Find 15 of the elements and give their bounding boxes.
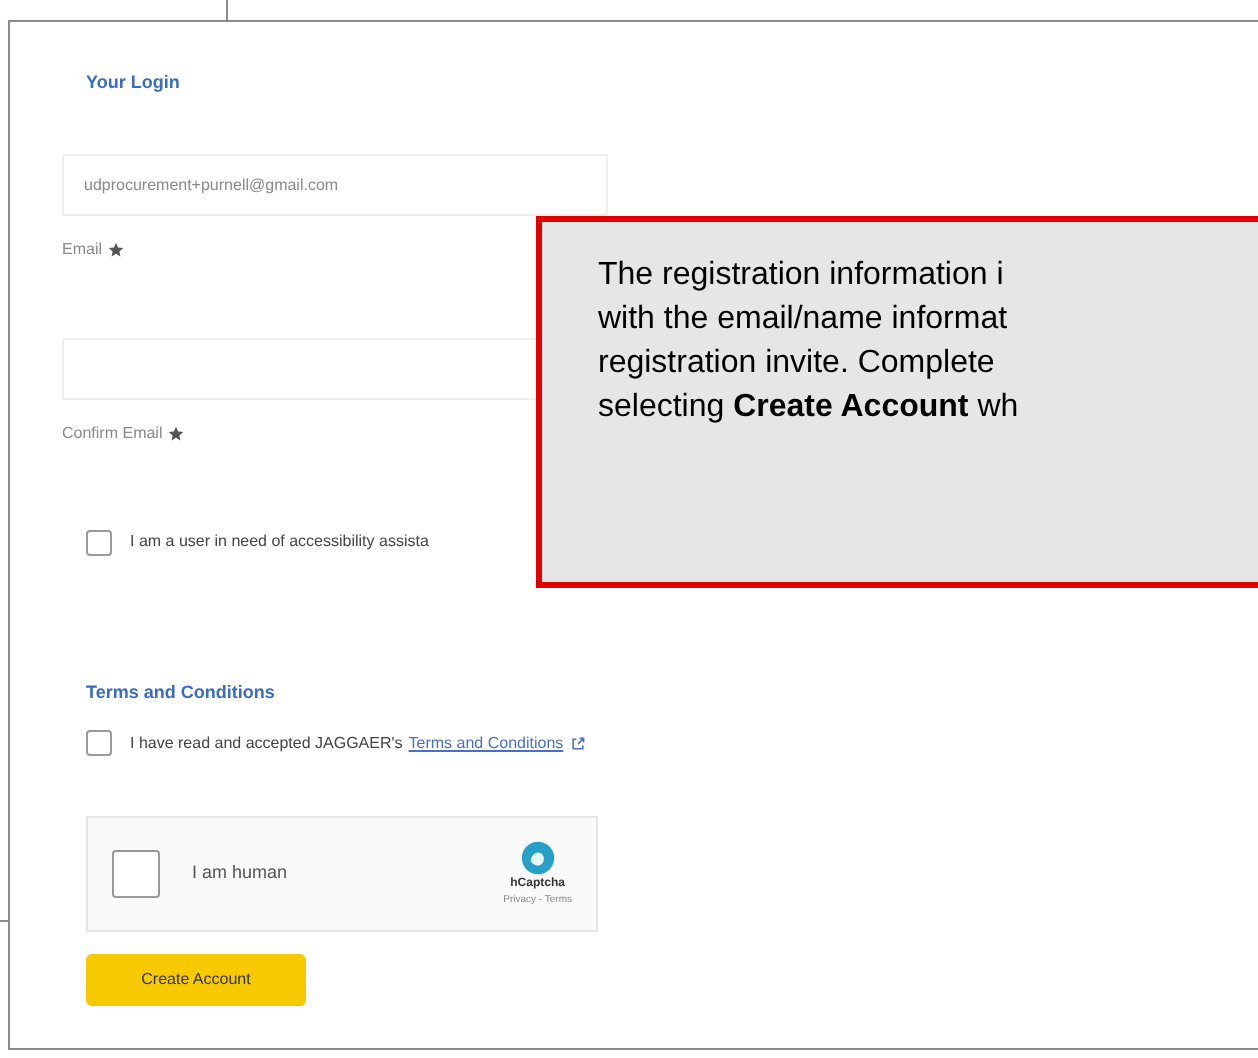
checkbox[interactable]	[86, 730, 112, 756]
captcha-label: I am human	[192, 860, 288, 887]
callout-text: The registration information i with the email/name informat registration invite. Complete selecting Create Account wh	[598, 256, 1021, 428]
external-link-icon	[569, 735, 586, 751]
section-heading: Terms and Conditions	[86, 679, 277, 705]
terms-link[interactable]: Terms and Conditions	[408, 731, 564, 755]
section-heading: Your Login	[86, 70, 182, 96]
field-label: Email	[62, 237, 103, 261]
checkbox[interactable]	[112, 850, 160, 898]
checkbox[interactable]	[86, 529, 112, 555]
email-field[interactable]: udprocurement+purnell@gmail.com	[62, 153, 608, 215]
checkbox-label: I am a user in need of accessibility assista	[130, 530, 429, 554]
field-label: Confirm Email	[62, 421, 163, 445]
create-account-button[interactable]: Create Account	[86, 954, 306, 1006]
checkbox-label: I have read and accepted JAGGAER's	[130, 731, 403, 755]
